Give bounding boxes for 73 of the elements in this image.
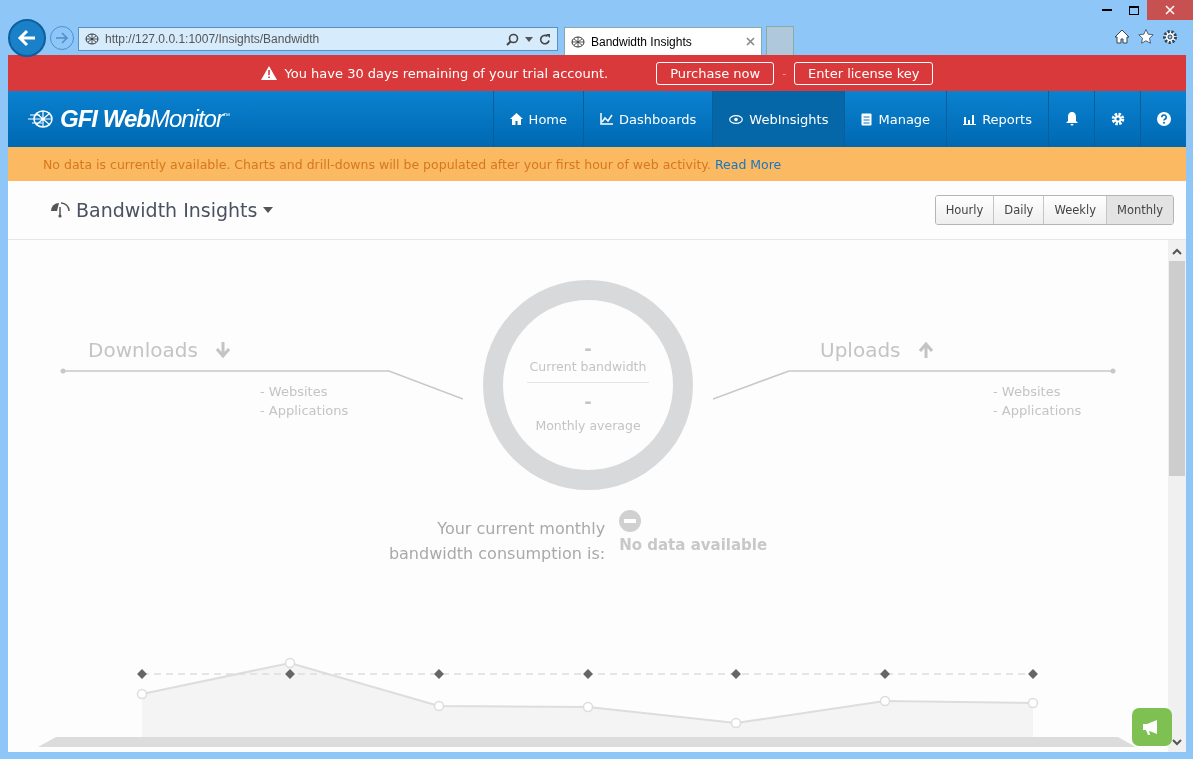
maximize-icon xyxy=(1128,5,1139,15)
eye-icon xyxy=(729,114,744,124)
gauge-icon xyxy=(50,201,70,219)
clipboard-icon xyxy=(861,112,873,126)
diamond-marker xyxy=(434,669,444,679)
point-marker xyxy=(730,717,742,729)
bell-icon xyxy=(1065,112,1078,126)
downloads-title: Downloads xyxy=(60,338,463,362)
star-icon[interactable] xyxy=(1138,29,1154,44)
point-marker xyxy=(284,657,296,669)
warning-icon xyxy=(260,66,277,80)
breakdown-item: - Applications xyxy=(260,402,350,420)
no-data-notice: No data is currently available. Charts and drill-downs will be populated after your first hour of web activity. Read More xyxy=(43,156,782,172)
close-icon[interactable] xyxy=(746,37,755,46)
home-icon[interactable] xyxy=(1114,29,1130,44)
point-marker xyxy=(879,695,891,707)
up-arrow-icon xyxy=(918,342,933,358)
consumption-text: Your current monthly bandwidth consumption is: xyxy=(388,518,606,565)
point-marker xyxy=(136,688,148,700)
globe-icon xyxy=(571,35,585,48)
address-bar[interactable]: http://127.0.0.1:1007/Insights/Bandwidth xyxy=(78,27,558,51)
trial-message: You have 30 days remaining of your trial account. xyxy=(284,65,609,81)
diamond-marker xyxy=(1028,669,1038,679)
scroll-down-icon[interactable] xyxy=(1172,739,1182,746)
diamond-marker xyxy=(731,669,741,679)
caret-icon[interactable] xyxy=(525,36,533,42)
scrollbar-thumb[interactable] xyxy=(1169,261,1185,476)
point-marker xyxy=(582,701,594,713)
minimize-icon xyxy=(1101,8,1112,12)
bar-chart-icon xyxy=(963,113,977,125)
app-logo: GFI WebMonitor$^{™}$ xyxy=(60,105,229,133)
period-toggle[interactable]: Weekly xyxy=(1043,196,1106,224)
settings-icon xyxy=(1110,112,1125,126)
address-text: http://127.0.0.1:1007/Insights/Bandwidth xyxy=(105,32,321,46)
globe-icon xyxy=(85,33,99,45)
average-label: Monthly average xyxy=(535,417,641,433)
diamond-marker xyxy=(137,669,147,679)
refresh-icon[interactable] xyxy=(539,32,551,46)
period-toggle[interactable]: Daily xyxy=(993,196,1044,224)
close-icon xyxy=(1165,5,1175,15)
browser-tab[interactable]: Bandwidth Insights xyxy=(564,27,762,55)
license-key-button[interactable]: Enter license key xyxy=(794,61,934,85)
average-value: - xyxy=(584,390,592,412)
diamond-marker xyxy=(285,669,295,679)
caret-icon[interactable] xyxy=(263,207,274,213)
point-marker xyxy=(433,700,445,712)
period-toggle[interactable]: Hourly xyxy=(935,196,994,224)
current-value: - xyxy=(584,337,592,359)
help-icon xyxy=(1156,112,1171,126)
left-arrow-icon xyxy=(17,29,37,47)
no-entry-icon xyxy=(619,510,642,532)
diamond-marker xyxy=(880,669,890,679)
down-arrow-icon xyxy=(215,342,230,358)
scroll-up-icon[interactable] xyxy=(1172,248,1182,255)
current-label: Current bandwidth xyxy=(529,358,647,374)
purchase-button[interactable]: Purchase now xyxy=(656,61,775,85)
home-icon xyxy=(509,113,523,125)
back-button[interactable] xyxy=(8,19,46,57)
breakdown-item: - Applications xyxy=(993,402,1083,420)
point-marker xyxy=(1027,697,1039,709)
settings-icon[interactable] xyxy=(1162,29,1178,45)
line-chart-icon xyxy=(600,113,613,125)
page-title[interactable]: Bandwidth Insights xyxy=(76,199,258,221)
diamond-marker xyxy=(583,669,593,679)
period-toggle[interactable]: Monthly xyxy=(1105,196,1173,224)
uploads-title: Uploads xyxy=(713,338,1116,362)
nav-tab[interactable]: WebInsights xyxy=(712,91,845,147)
breakdown-item: - Websites xyxy=(260,383,329,401)
search-icon[interactable] xyxy=(506,32,519,46)
breakdown-item: - Websites xyxy=(993,383,1062,401)
right-arrow-icon xyxy=(55,32,69,44)
globe-logo-icon xyxy=(28,109,54,129)
separator-dash: - xyxy=(782,66,787,80)
